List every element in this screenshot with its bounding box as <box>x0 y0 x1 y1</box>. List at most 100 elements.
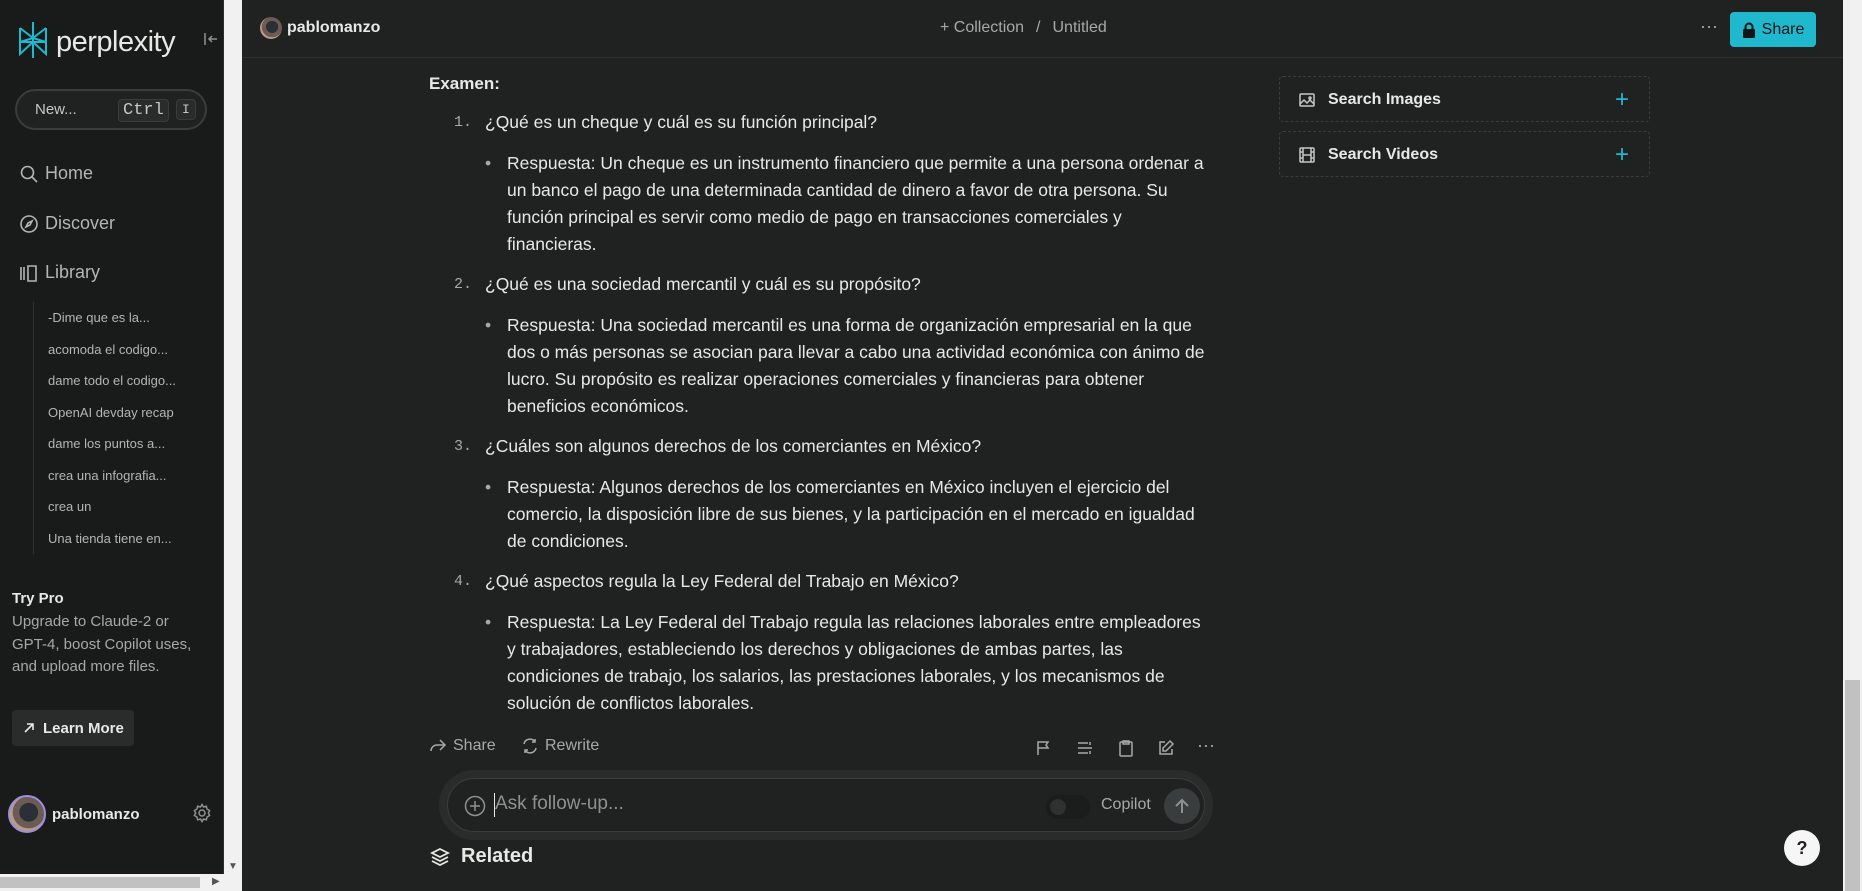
search-videos-label: Search Videos <box>1328 146 1438 163</box>
avatar <box>8 795 46 833</box>
share-icon <box>430 739 447 752</box>
film-icon <box>1298 146 1316 164</box>
arrow-up-right-icon <box>24 723 34 733</box>
library-item[interactable]: dame todo el codigo... <box>34 365 193 397</box>
library-list: -Dime que es la... acomoda el codigo... … <box>33 302 193 554</box>
topbar: pablomanzo + Collection / Untitled ··· S… <box>242 0 1843 58</box>
scroll-right-icon[interactable]: ▶ <box>212 876 220 887</box>
try-pro-title: Try Pro <box>12 590 64 607</box>
main-panel: pablomanzo + Collection / Untitled ··· S… <box>242 0 1843 891</box>
answer-content: Examen: 1. ¿Qué es un cheque y cuál es s… <box>429 74 1229 713</box>
follow-up-box: Ask follow-up... Copilot <box>439 770 1213 840</box>
answer-text: Respuesta: Algunos derechos de los comer… <box>485 474 1207 555</box>
answer-heading: Examen: <box>429 74 500 93</box>
logo[interactable]: perplexity <box>16 20 176 65</box>
share-button[interactable]: Share <box>1730 12 1816 47</box>
search-images-card[interactable]: Search Images + <box>1279 76 1650 122</box>
help-button[interactable]: ? <box>1784 830 1820 866</box>
sidebar-item-library[interactable]: Library <box>19 262 100 283</box>
try-pro-panel: Try Pro Upgrade to Claude-2 or GPT-4, bo… <box>12 590 197 679</box>
avatar <box>260 17 282 39</box>
layers-icon <box>429 847 451 866</box>
more-options-icon[interactable]: ··· <box>1700 16 1718 37</box>
search-videos-card[interactable]: Search Videos + <box>1279 131 1650 177</box>
main-scroll-thumb[interactable] <box>1845 680 1860 891</box>
question-item: 4. ¿Qué aspectos regula la Ley Federal d… <box>454 571 959 592</box>
question-item: 3. ¿Cuáles son algunos derechos de los c… <box>454 436 982 457</box>
sidebar-item-home[interactable]: Home <box>19 163 93 184</box>
question-text: ¿Qué es una sociedad mercantil y cuál es… <box>485 274 921 294</box>
share-answer-label: Share <box>453 737 496 754</box>
lock-icon <box>1742 22 1755 38</box>
library-item[interactable]: crea un <box>34 491 193 523</box>
sidebar-user[interactable]: pablomanzo <box>8 795 140 833</box>
kbd-ctrl: Ctrl <box>118 99 169 122</box>
rewrite-label: Rewrite <box>545 737 600 754</box>
new-thread-label: New... <box>35 101 77 118</box>
rewrite-button[interactable]: Rewrite <box>521 737 599 755</box>
sidebar-vertical-scrollbar[interactable]: ▼ <box>224 0 242 891</box>
clipboard-icon[interactable] <box>1117 739 1135 757</box>
flag-icon[interactable] <box>1035 739 1053 757</box>
question-text: ¿Qué aspectos regula la Ley Federal del … <box>485 571 959 591</box>
more-options-icon[interactable]: ··· <box>1197 735 1215 755</box>
edit-icon[interactable] <box>1157 739 1175 757</box>
follow-up-field[interactable]: Ask follow-up... Copilot <box>447 778 1205 832</box>
image-icon <box>1298 91 1316 109</box>
new-thread-button[interactable]: New... Ctrl I <box>15 89 207 130</box>
collapse-sidebar-icon[interactable] <box>203 31 219 47</box>
question-number: 1. <box>453 114 472 131</box>
scroll-down-icon[interactable]: ▼ <box>228 861 238 872</box>
copilot-label: Copilot <box>1101 796 1151 813</box>
library-item[interactable]: -Dime que es la... <box>34 302 193 334</box>
kbd-i: I <box>176 99 196 120</box>
sidebar-item-label: Library <box>45 262 101 282</box>
sources-list-icon[interactable] <box>1076 739 1094 757</box>
sidebar-item-discover[interactable]: Discover <box>19 213 115 234</box>
search-icon <box>20 165 38 183</box>
answer-text: Respuesta: Una sociedad mercantil es una… <box>485 312 1207 420</box>
app-root: perplexity New... Ctrl I Home Discover L… <box>0 0 1862 891</box>
related-label: Related <box>461 845 534 867</box>
follow-up-input[interactable]: Ask follow-up... <box>495 793 624 815</box>
share-answer-button[interactable]: Share <box>429 737 496 755</box>
gear-icon[interactable] <box>192 803 212 823</box>
answer-text: Respuesta: Un cheque es un instrumento f… <box>485 150 1207 258</box>
try-pro-body: Upgrade to Claude-2 or GPT-4, boost Copi… <box>12 613 192 675</box>
arrow-up-icon <box>1175 798 1189 813</box>
copilot-toggle[interactable] <box>1046 795 1090 819</box>
related-heading: Related <box>429 845 533 868</box>
question-text: ¿Cuáles son algunos derechos de los come… <box>485 436 982 456</box>
question-number: 2. <box>453 276 472 293</box>
question-item: 1. ¿Qué es un cheque y cuál es su funció… <box>454 112 878 133</box>
question-number: 4. <box>453 573 472 590</box>
sidebar-item-label: Discover <box>45 213 116 233</box>
library-item[interactable]: acomoda el codigo... <box>34 334 193 366</box>
plus-icon[interactable]: + <box>1615 141 1629 169</box>
breadcrumb-separator: / <box>1036 19 1041 36</box>
library-item[interactable]: crea una infografia... <box>34 460 193 492</box>
share-label: Share <box>1761 20 1805 38</box>
library-item[interactable]: OpenAI devday recap <box>34 397 193 429</box>
breadcrumb: + Collection / Untitled <box>940 19 1107 37</box>
thread-title[interactable]: Untitled <box>1053 19 1107 37</box>
sidebar-horizontal-scroll-thumb[interactable] <box>0 877 200 888</box>
plus-icon[interactable]: + <box>1615 86 1629 114</box>
thread-author[interactable]: pablomanzo <box>260 17 380 39</box>
search-images-label: Search Images <box>1328 91 1441 108</box>
learn-more-label: Learn More <box>43 719 124 737</box>
library-item[interactable]: Una tienda tiene en... <box>34 523 193 555</box>
library-item[interactable]: dame los puntos a... <box>34 428 193 460</box>
submit-button[interactable] <box>1164 788 1200 824</box>
learn-more-button[interactable]: Learn More <box>12 710 134 746</box>
sidebar: perplexity New... Ctrl I Home Discover L… <box>0 0 224 891</box>
compass-icon <box>20 214 38 233</box>
answer-text: Respuesta: La Ley Federal del Trabajo re… <box>485 609 1207 717</box>
add-collection-link[interactable]: + Collection <box>940 19 1024 37</box>
answer-actions: Share Rewrite ··· <box>429 735 1223 761</box>
sidebar-item-label: Home <box>45 163 94 183</box>
rewrite-icon <box>523 738 537 754</box>
add-attachment-icon[interactable] <box>464 795 486 817</box>
question-text: ¿Qué es un cheque y cuál es su función p… <box>485 112 878 132</box>
sidebar-username: pablomanzo <box>52 805 140 823</box>
